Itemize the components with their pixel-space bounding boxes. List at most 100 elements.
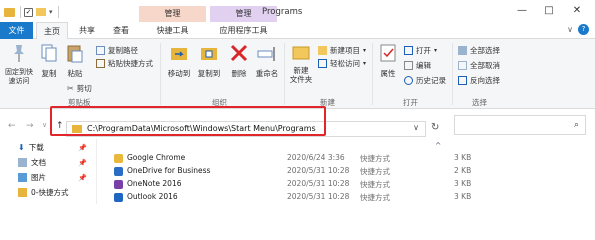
new-item-icon [318, 46, 327, 55]
copy-label: 复制 [41, 69, 57, 78]
file-type: 快捷方式 [360, 154, 390, 163]
select-all-label: 全部选择 [470, 46, 500, 55]
table-row[interactable]: Google Chrome 2020/6/24 3:36 快捷方式 3 KB [100, 153, 590, 165]
copy-to-label: 复制到 [197, 69, 221, 78]
help-icon[interactable]: ? [578, 24, 589, 35]
delete-button[interactable]: 删除 [228, 43, 250, 79]
divider [160, 43, 161, 105]
file-date: 2020/5/31 10:28 [287, 192, 350, 201]
nav-item-label: 下载 [28, 143, 44, 152]
paste-icon [67, 45, 83, 63]
file-size: 3 KB [454, 153, 472, 162]
pin-icon [14, 45, 24, 62]
file-name: OneDrive for Business [127, 166, 211, 175]
file-type: 快捷方式 [360, 167, 390, 176]
properties-label: 属性 [380, 69, 396, 78]
maximize-button[interactable]: □ [535, 3, 563, 19]
refresh-icon[interactable]: ↻ [431, 122, 439, 133]
address-dropdown-icon[interactable]: ∨ [413, 123, 419, 132]
invert-selection-icon [458, 76, 467, 85]
tab-share[interactable]: 共享 [70, 22, 104, 39]
nav-item-downloads[interactable]: ⬇ 下载 📌 [18, 142, 87, 153]
table-row[interactable]: OneDrive for Business 2020/5/31 10:28 快捷… [100, 166, 590, 178]
file-list: ^ Google Chrome 2020/6/24 3:36 快捷方式 3 KB… [100, 139, 595, 204]
divider [96, 139, 97, 204]
file-date: 2020/5/31 10:28 [287, 179, 350, 188]
paste-label: 粘贴 [67, 69, 83, 78]
properties-quick-icon[interactable]: ✓ [24, 7, 33, 17]
invert-selection-button[interactable]: 反向选择 [458, 75, 500, 86]
file-date: 2020/5/31 10:28 [287, 166, 350, 175]
back-arrow-icon[interactable]: ← [8, 121, 16, 131]
history-icon [404, 76, 413, 85]
nav-item-label: 文档 [31, 158, 46, 167]
new-folder-button[interactable]: 新建 文件夹 [287, 43, 315, 84]
tab-shortcut-tools[interactable]: 快捷工具 [139, 22, 206, 39]
copy-path-icon [96, 46, 105, 55]
chrome-shortcut-icon [114, 154, 123, 163]
copy-path-button[interactable]: 复制路径 [96, 45, 138, 56]
new-folder-quick-icon[interactable] [36, 8, 46, 16]
properties-button[interactable]: 属性 [377, 43, 399, 79]
tab-file[interactable]: 文件 [0, 22, 33, 39]
divider [57, 6, 59, 18]
file-name: Google Chrome [127, 153, 186, 162]
pin-quick-access-button[interactable]: 固定到快速访问 [2, 43, 36, 86]
context-tab-shortcut-tools-header: 管理 [139, 6, 206, 22]
customize-toolbar-icon[interactable]: ▾ [49, 8, 53, 16]
cut-button[interactable]: ✂ 剪切 [67, 83, 92, 94]
history-button[interactable]: 历史记录 [404, 75, 446, 86]
title-bar: ✓ ▾ 管理 管理 Programs — □ ✕ [0, 0, 595, 22]
pin-icon: 📌 [78, 143, 87, 152]
select-none-icon [458, 61, 467, 70]
paste-shortcut-icon [96, 59, 105, 68]
ribbon: 固定到快速访问 复制 粘贴 复制路径 粘贴快捷方式 ✂ 剪切 剪贴板 移动到 复… [0, 39, 595, 109]
copy-icon [41, 44, 57, 62]
pin-label: 固定到快速访问 [5, 68, 33, 85]
dropdown-arrow-icon: ▾ [434, 47, 438, 54]
folder-icon [18, 188, 27, 197]
nav-item-pictures[interactable]: 图片 📌 [18, 172, 87, 183]
file-type: 快捷方式 [360, 193, 390, 202]
dropdown-arrow-icon: ▾ [363, 60, 367, 67]
sort-indicator-icon[interactable]: ^ [435, 141, 441, 150]
table-row[interactable]: Outlook 2016 2020/5/31 10:28 快捷方式 3 KB [100, 192, 590, 204]
collapse-ribbon-icon[interactable]: ∨ [567, 25, 573, 34]
nav-item-label: 0-快捷方式 [31, 188, 69, 197]
rename-button[interactable]: 重命名 [253, 43, 281, 79]
dropdown-arrow-icon: ▾ [363, 47, 367, 54]
new-item-button[interactable]: 新建项目 ▾ [318, 45, 366, 56]
nav-item-documents[interactable]: 文档 📌 [18, 157, 87, 168]
tab-view[interactable]: 查看 [104, 22, 138, 39]
table-row[interactable]: OneNote 2016 2020/5/31 10:28 快捷方式 3 KB [100, 179, 590, 191]
copy-to-button[interactable]: 复制到 [195, 43, 223, 79]
copy-folder-icon [201, 48, 217, 60]
tab-app-tools[interactable]: 应用程序工具 [210, 22, 277, 39]
search-input[interactable]: ⌕ [454, 115, 586, 135]
close-button[interactable]: ✕ [563, 3, 591, 19]
select-none-button[interactable]: 全部取消 [458, 60, 500, 71]
history-label: 历史记录 [416, 76, 446, 85]
minimize-button[interactable]: — [508, 3, 536, 19]
search-icon[interactable]: ⌕ [574, 120, 579, 130]
easy-access-button[interactable]: 轻松访问 ▾ [318, 58, 366, 69]
nav-item-shortcuts-folder[interactable]: 0-快捷方式 [18, 187, 68, 198]
paste-button[interactable]: 粘贴 [64, 43, 86, 79]
recent-locations-icon[interactable]: ∨ [42, 121, 47, 129]
ribbon-tabs: 文件 主页 共享 查看 快捷工具 应用程序工具 ∨ ? [0, 22, 595, 40]
tab-home[interactable]: 主页 [36, 22, 68, 40]
address-highlight-annotation [50, 106, 326, 136]
forward-arrow-icon[interactable]: → [26, 121, 34, 131]
paste-shortcut-button[interactable]: 粘贴快捷方式 [96, 58, 153, 69]
new-item-label: 新建项目 [330, 46, 360, 55]
select-all-button[interactable]: 全部选择 [458, 45, 500, 56]
edit-button[interactable]: 编辑 [404, 60, 431, 71]
open-button[interactable]: 打开 ▾ [404, 45, 437, 56]
file-size: 2 KB [454, 166, 472, 175]
divider [452, 43, 453, 105]
copy-button[interactable]: 复制 [38, 43, 60, 79]
new-folder-label: 新建 文件夹 [289, 66, 313, 84]
move-to-button[interactable]: 移动到 [164, 43, 194, 79]
download-arrow-icon: ⬇ [18, 143, 25, 152]
paste-shortcut-label: 粘贴快捷方式 [108, 59, 153, 68]
